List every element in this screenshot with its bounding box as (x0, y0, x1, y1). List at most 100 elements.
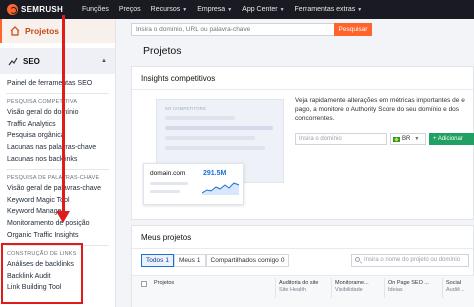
country-code: BR (402, 136, 411, 142)
nav-precos[interactable]: Preços (119, 6, 141, 13)
divider (331, 278, 332, 298)
divider (132, 89, 473, 90)
add-competitor-button[interactable]: + Adicionar (429, 133, 474, 145)
nav-label: Preços (118, 6, 141, 13)
top-navigation-bar: SEMRUSH Funções Preços Recursos ▼ Empresa… (0, 0, 474, 19)
divider (384, 278, 385, 298)
illustration-domain-card: domain.com 291.5M (143, 163, 244, 205)
divider (6, 92, 109, 94)
card-title: Insights competitivos (141, 74, 216, 83)
select-all-checkbox[interactable] (141, 281, 147, 287)
nav-label: Ferramentas extras (294, 6, 356, 13)
placeholder-line (165, 136, 255, 140)
sidebar-item-label: Projetos (25, 26, 60, 36)
column-label: Auditoria do site (279, 280, 319, 286)
my-projects-card: Meus projetos Todos 1 Meus 1 Compartilhado… (131, 225, 474, 307)
tab-count: 1 (165, 257, 169, 264)
brazil-flag-icon (393, 136, 400, 142)
tab-compartilhados[interactable]: Compartilhados comigo 0 (205, 254, 290, 267)
column-header-projects[interactable]: Projetos (154, 280, 174, 287)
sidebar-item-seo[interactable]: SEO ▲ (0, 48, 115, 74)
tab-meus[interactable]: Meus 1 (173, 254, 206, 267)
section-heading-keyword: PESQUISA DE PALAVRAS-CHAVE (7, 174, 100, 181)
nav-app-center[interactable]: App Center ▼ (242, 6, 284, 13)
chevron-down-icon: ▼ (227, 7, 233, 13)
divider (6, 168, 109, 170)
divider (275, 278, 276, 298)
annotation-arrow-head-icon (56, 211, 70, 223)
column-header-social[interactable]: Social Audiê... (446, 280, 465, 294)
column-sublabel: Audiê... (446, 287, 465, 293)
divider (442, 278, 443, 298)
nav-empresa[interactable]: Empresa ▼ (197, 6, 232, 13)
project-search-input[interactable]: Insira o nome do projeto ou domínio (351, 254, 469, 267)
sidebar-item-organic-traffic-insights[interactable]: Organic Traffic Insights (0, 230, 115, 242)
nav-recursos[interactable]: Recursos ▼ (151, 6, 188, 13)
card-title: Meus projetos (141, 233, 192, 242)
column-header-position-tracking[interactable]: Monitorame... Visibilidade (335, 280, 369, 294)
chevron-up-icon[interactable]: ▲ (101, 58, 107, 64)
nav-ferramentas-extras[interactable]: Ferramentas extras ▼ (295, 6, 363, 13)
annotation-highlight-box (1, 243, 83, 304)
tab-count: 1 (196, 257, 201, 264)
country-select[interactable]: BR ▼ (390, 133, 426, 145)
tab-label: Meus (178, 257, 195, 264)
illustration-value: 291.5M (203, 170, 227, 177)
chevron-down-icon: ▼ (182, 7, 188, 13)
sidebar-item-keyword-magic-tool[interactable]: Keyword Magic Tool (0, 195, 115, 207)
divider (132, 248, 473, 249)
search-icon (355, 257, 360, 262)
tab-label: Compartilhados comigo (210, 257, 279, 264)
insights-description: Veja rapidamente alterações em métricas … (295, 97, 465, 122)
seo-icon (8, 57, 18, 66)
competitor-domain-input[interactable]: Insira o domínio (295, 133, 387, 145)
semrush-logo-icon (7, 4, 18, 15)
nav-label: Recursos (150, 6, 181, 13)
placeholder-line (165, 126, 273, 130)
project-filter-tabs: Todos 1 Meus 1 Compartilhados comigo 0 (141, 254, 290, 267)
placeholder-line (150, 190, 180, 193)
projects-table-header: Projetos Auditoria do site Site Health Mo… (132, 275, 474, 307)
chevron-down-icon: ▼ (414, 136, 420, 142)
tab-label: Todos (146, 257, 164, 264)
illustration-header: MY COMPETITORS (165, 106, 206, 111)
search-placeholder: Insira o nome do projeto ou domínio (364, 257, 461, 263)
sidebar-item-domain-overview[interactable]: Visão geral do domínio (0, 107, 115, 119)
column-sublabel: Site Health (279, 287, 306, 293)
competitive-insights-card: Insights competitivos MY COMPETITORS dom… (131, 66, 474, 220)
column-sublabel: Ideias (388, 287, 403, 293)
tab-count: 0 (280, 257, 285, 264)
sidebar-item-traffic-analytics[interactable]: Traffic Analytics (0, 119, 115, 131)
column-label: On Page SEO ... (388, 280, 429, 286)
placeholder-line (150, 182, 188, 185)
sidebar-item-backlink-gap[interactable]: Lacunas nos backlinks (0, 154, 115, 166)
illustration-domain: domain.com (150, 170, 186, 177)
column-label: Projetos (154, 280, 175, 286)
brand-name: SEMRUSH (21, 5, 64, 14)
nav-funcoes[interactable]: Funções (82, 6, 109, 13)
nav-label: Empresa (197, 6, 226, 13)
annotation-arrow-shaft (62, 15, 65, 212)
column-sublabel: Visibilidade (335, 287, 363, 293)
search-button[interactable]: Pesquisar (334, 23, 372, 36)
chevron-down-icon: ▼ (357, 7, 363, 13)
page-title: Projetos (143, 45, 182, 57)
nav-label: Funções (82, 6, 109, 13)
chevron-down-icon: ▼ (279, 7, 285, 13)
section-heading-competitive: PESQUISA COMPETITIVA (7, 98, 78, 105)
column-header-site-audit[interactable]: Auditoria do site Site Health (279, 280, 318, 294)
sidebar-item-dashboard[interactable]: Painel de ferramentas SEO (0, 78, 115, 90)
home-icon (10, 26, 20, 36)
sidebar-item-projects[interactable]: Projetos (0, 19, 115, 43)
sidebar-item-keyword-overview[interactable]: Visão geral de palavras-chave (0, 183, 115, 195)
top-nav-menu: Funções Preços Recursos ▼ Empresa ▼ App Ce… (82, 6, 372, 13)
nav-label: App Center (242, 6, 278, 13)
sidebar-item-organic-research[interactable]: Pesquisa orgânica (0, 130, 115, 142)
placeholder-line (165, 116, 235, 120)
column-label: Social (446, 280, 461, 286)
tab-todos[interactable]: Todos 1 (141, 254, 174, 267)
column-header-on-page-seo[interactable]: On Page SEO ... Ideias (388, 280, 429, 294)
sidebar-item-label: SEO (23, 56, 40, 66)
sidebar-item-keyword-gap[interactable]: Lacunas nas palavras-chave (0, 142, 115, 154)
semrush-logo[interactable]: SEMRUSH (0, 4, 82, 15)
